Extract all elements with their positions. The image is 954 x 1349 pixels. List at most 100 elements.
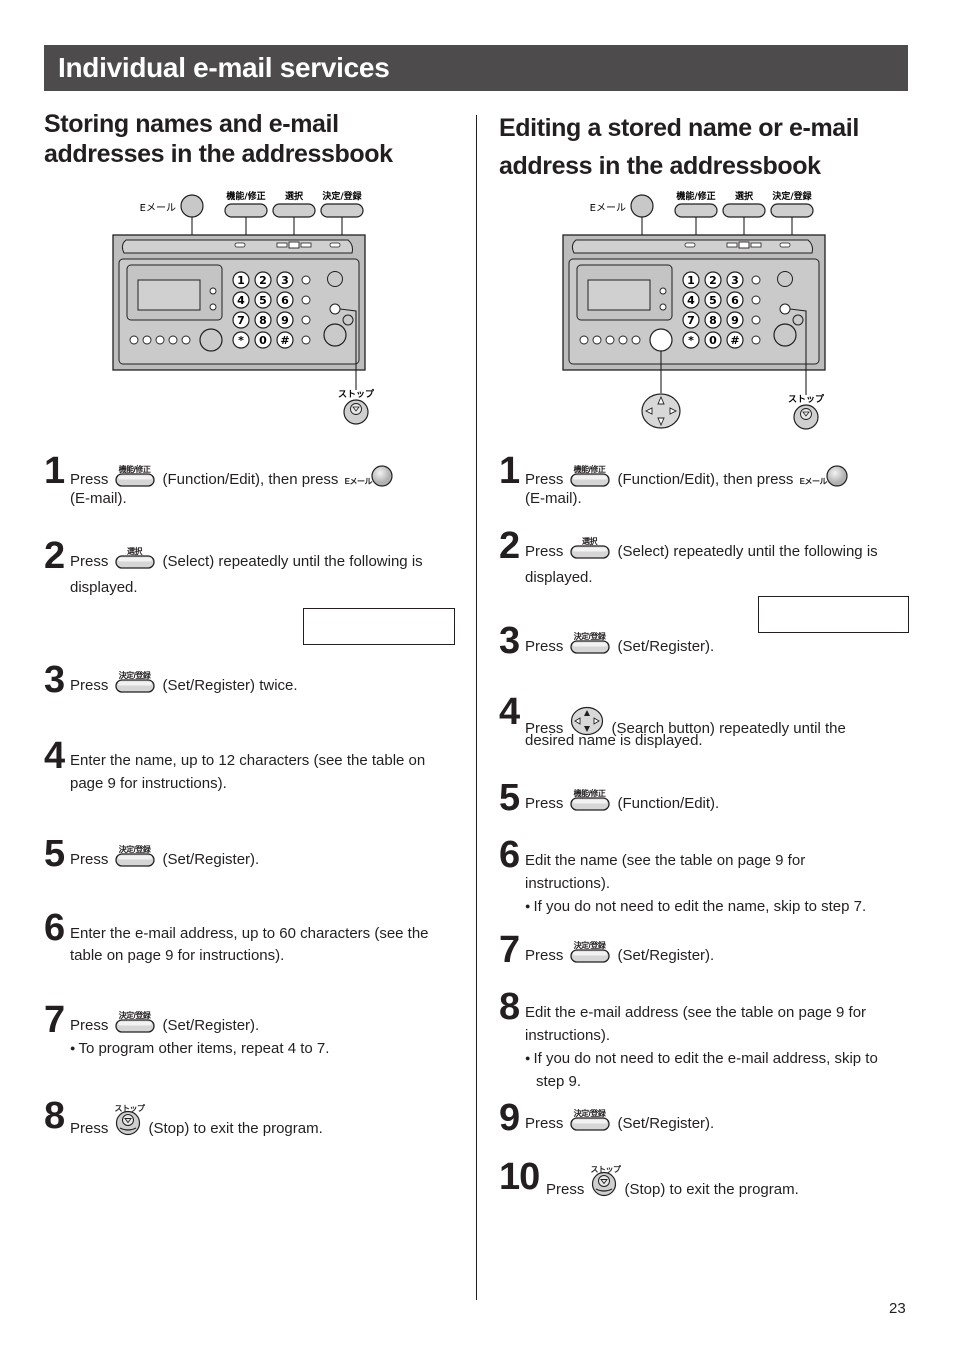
step-4: 4 Enter the name, up to 12 characters (se… — [44, 737, 464, 797]
step-number: 2 — [44, 535, 65, 577]
step-line: Enter the name, up to 12 characters (see… — [70, 749, 425, 772]
svg-text:4: 4 — [237, 294, 245, 307]
step-line: Press 決定/登録 (Set/Register). — [70, 845, 259, 874]
svg-text:7: 7 — [237, 314, 245, 327]
button-label: 決定/登録 — [322, 190, 362, 202]
step-line-2: table on page 9 for instructions). — [70, 947, 285, 964]
step-number: 2 — [499, 525, 520, 567]
svg-text:9: 9 — [281, 314, 289, 327]
select-button-icon — [722, 203, 766, 218]
step-number: 5 — [44, 833, 65, 875]
left-section-title: Storing names and e-mail addresses in th… — [44, 110, 393, 168]
step-line-2: instructions). — [525, 875, 611, 892]
svg-text:6: 6 — [731, 294, 739, 307]
function-edit-button-icon — [224, 203, 268, 218]
step-text: (Stop) to exit the program. — [148, 1120, 323, 1137]
button-caption: 決定/登録 — [118, 1011, 151, 1020]
bullet-text: If you do not need to edit the e-mail ad… — [533, 1050, 878, 1067]
step-text: (Set/Register). — [162, 1017, 260, 1034]
step-2: 2 Press 選択 (Select) repeatedly until the f… — [499, 527, 919, 587]
bullet-dot-icon: ● — [525, 901, 531, 911]
step-line: Edit the name (see the table on page 9 f… — [525, 849, 805, 872]
step-number: 1 — [499, 450, 520, 492]
step-line-2: desired name is displayed. — [525, 732, 703, 749]
button-caption: 決定/登録 — [118, 845, 151, 854]
button-caption: 選択 — [582, 537, 598, 546]
press-text: Press — [525, 795, 564, 812]
stop-button-icon: ストップ — [591, 1165, 621, 1204]
right-section-title: Editing a stored name or e-mail address … — [499, 109, 919, 185]
step-number: 3 — [44, 659, 65, 701]
right-section-title-line2: address in the addressbook — [499, 152, 821, 180]
svg-text:5: 5 — [259, 294, 267, 307]
button-caption: 機能/修正 — [573, 465, 606, 474]
button-caption: 決定/登録 — [573, 632, 606, 641]
step-number: 9 — [499, 1097, 520, 1139]
svg-text:6: 6 — [281, 294, 289, 307]
step-line-2: instructions). — [525, 1027, 611, 1044]
page-number: 23 — [889, 1300, 906, 1317]
button-label: 選択 — [735, 190, 754, 202]
panel-button-icon: 決定/登録 — [569, 632, 610, 661]
button-caption: ストップ — [114, 1104, 146, 1113]
step-text: (Function/Edit). — [617, 795, 720, 812]
svg-text:2: 2 — [259, 274, 267, 287]
press-text: Press — [70, 471, 109, 488]
step-bullet: ● To program other items, repeat 4 to 7. — [70, 1037, 329, 1060]
svg-text:5: 5 — [709, 294, 717, 307]
step-line: Enter the e-mail address, up to 60 chara… — [70, 922, 429, 945]
step-text: Enter the e-mail address, up to 60 chara… — [70, 925, 429, 942]
bullet-text: If you do not need to edit the name, ski… — [533, 898, 867, 915]
panel-button-icon: 選択 — [569, 537, 610, 566]
press-text: Press — [546, 1181, 585, 1198]
step-text: Edit the name (see the table on page 9 f… — [525, 852, 806, 869]
button-label: 機能/修正 — [226, 190, 265, 202]
step-number: 6 — [44, 907, 65, 949]
step-number: 10 — [499, 1156, 540, 1198]
step-line-2: displayed. — [525, 569, 593, 586]
step-text: (Select) repeatedly until the following … — [617, 543, 878, 560]
svg-text:#: # — [280, 334, 289, 347]
bullet-text: To program other items, repeat 4 to 7. — [78, 1040, 330, 1057]
svg-text:8: 8 — [259, 314, 267, 327]
svg-text:*: * — [688, 334, 694, 347]
svg-text:2: 2 — [709, 274, 717, 287]
page-title: Individual e-mail services — [58, 52, 390, 83]
press-text: Press — [525, 471, 564, 488]
email-button-icon: Eメール — [345, 465, 393, 494]
step-number: 4 — [44, 735, 65, 777]
step-1: 1 Press 機能/修正 (Function/Edit), then press … — [499, 452, 919, 512]
function-edit-button-icon — [674, 203, 718, 218]
button-caption: 機能/修正 — [573, 789, 606, 798]
step-line-2: displayed. — [70, 579, 138, 596]
press-text: Press — [70, 677, 109, 694]
button-caption: Eメール — [799, 477, 828, 486]
step-number: 1 — [44, 450, 65, 492]
email-label: Eメール — [140, 203, 176, 214]
bullet-dot-icon: ● — [525, 1053, 531, 1063]
step-text: (Stop) to exit the program. — [624, 1181, 799, 1198]
select-button-icon — [272, 203, 316, 218]
svg-text:4: 4 — [687, 294, 695, 307]
step-text: (Set/Register). — [617, 638, 715, 655]
step-text: (Function/Edit), then press — [162, 471, 339, 488]
step-number: 4 — [499, 691, 520, 733]
step-line: Press ストップ (Stop) to exit the program. — [546, 1165, 799, 1204]
panel-button-icon: 決定/登録 — [569, 941, 610, 970]
button-caption: 決定/登録 — [573, 941, 606, 950]
button-caption: Eメール — [344, 477, 373, 486]
step-text: (Select) repeatedly until the following … — [162, 553, 423, 570]
email-label: Eメール — [590, 203, 626, 214]
step-3: 3 Press 決定/登録 (Set/Register) twice. — [44, 661, 464, 721]
panel-button-icon: 機能/修正 — [569, 789, 610, 818]
step-text: Enter the name, up to 12 characters (see… — [70, 752, 426, 769]
press-text: Press — [70, 553, 109, 570]
step-line: Press 選択 (Select) repeatedly until the fo… — [525, 537, 878, 566]
email-button-icon: Eメール — [800, 465, 848, 494]
press-text: Press — [525, 638, 564, 655]
svg-text:7: 7 — [687, 314, 695, 327]
button-caption: 機能/修正 — [118, 465, 151, 474]
step-text: (Set/Register). — [617, 1115, 715, 1132]
panel-button-icon: 選択 — [114, 547, 155, 576]
panel-button-icon: 決定/登録 — [114, 845, 155, 874]
